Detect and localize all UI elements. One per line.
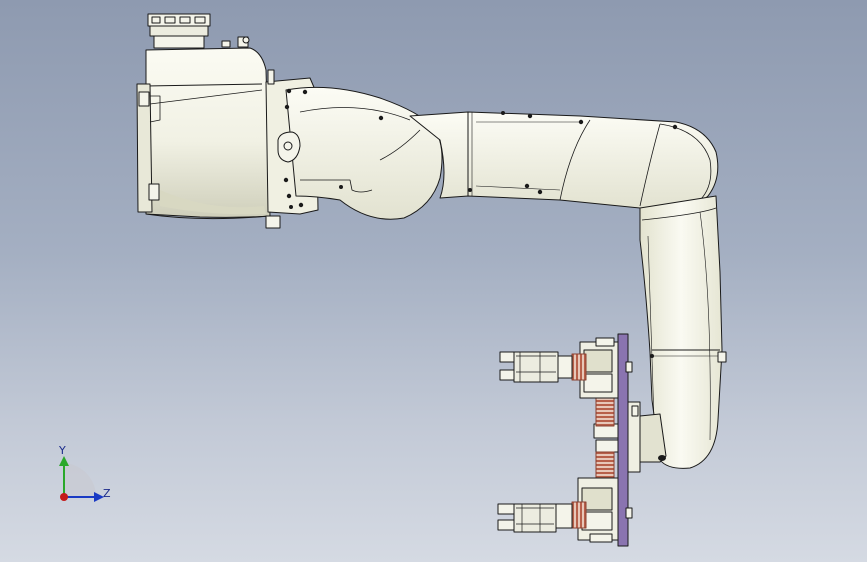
upper-gripper[interactable]: [499, 337, 633, 399]
coordinate-triad: Y Z: [58, 444, 111, 502]
robot-base[interactable]: [136, 13, 281, 229]
wrist-link[interactable]: [639, 195, 727, 469]
y-axis-label: Y: [58, 444, 66, 457]
forearm-link[interactable]: [409, 111, 719, 211]
z-axis-label: Z: [103, 487, 111, 500]
base-connector: [147, 13, 249, 49]
graphics-viewport[interactable]: Y Z: [0, 0, 867, 562]
x-axis-dot: [60, 493, 68, 501]
upper-arm[interactable]: [265, 69, 443, 220]
lower-gripper[interactable]: [497, 477, 633, 543]
end-effector[interactable]: [497, 333, 641, 547]
robot-arm-model[interactable]: Y Z: [0, 0, 867, 562]
